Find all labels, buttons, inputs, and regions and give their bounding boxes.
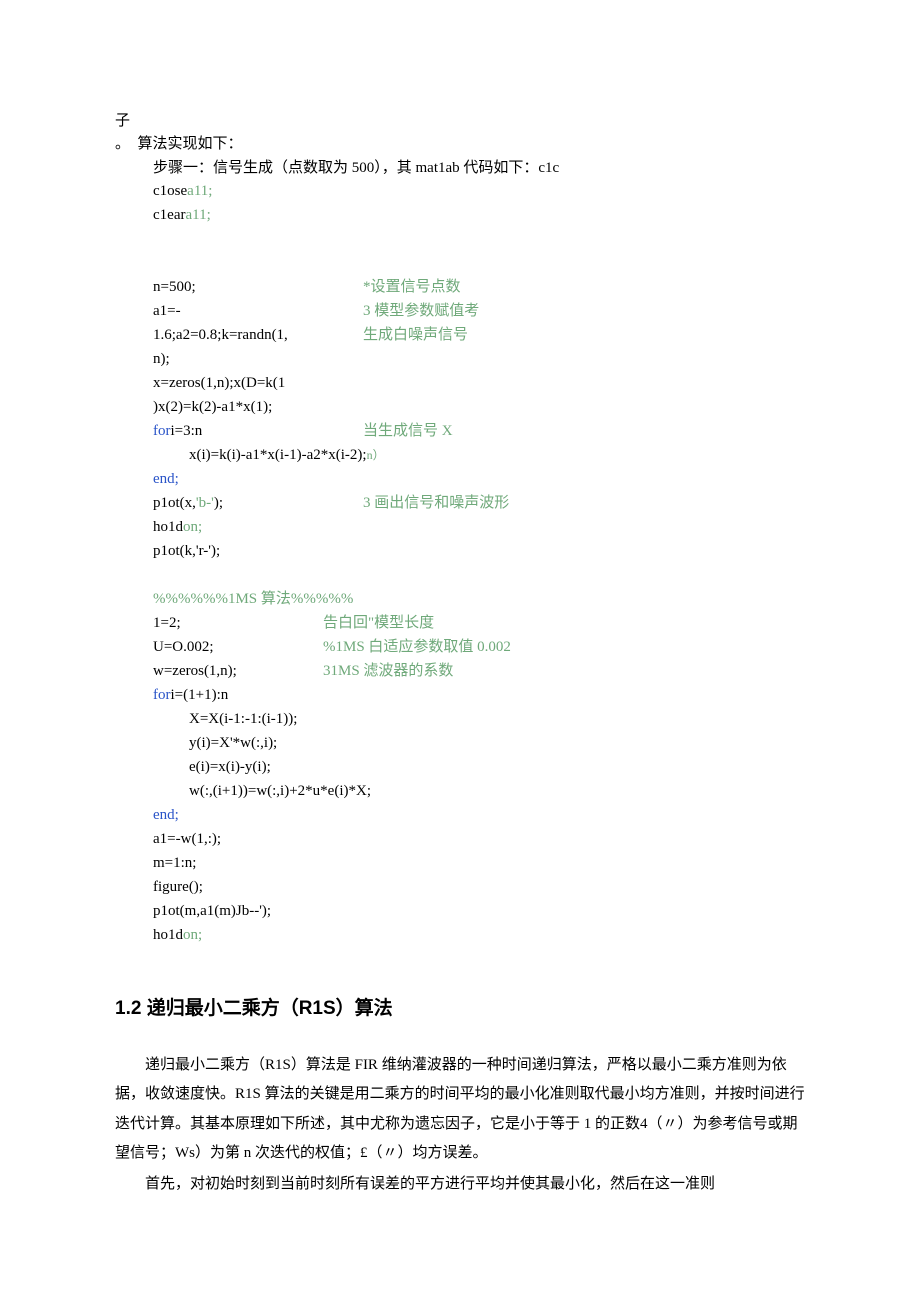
code-w-comment: 31MS 滤波器的系数 bbox=[323, 660, 453, 683]
code-for2: i=(1+1):n bbox=[171, 684, 229, 707]
section-para-1: 递归最小二乘方（R1S）算法是 FIR 维纳灌波器的一种时间递归算法，严格以最小… bbox=[115, 1051, 805, 1168]
code-n-assign: n=500; bbox=[153, 276, 363, 299]
code-for-keyword-2: for bbox=[153, 684, 171, 707]
code-for2-l3: e(i)=x(i)-y(i); bbox=[189, 756, 271, 779]
code-a1-cont: 1.6;a2=0.8;k=randn(1, bbox=[153, 324, 363, 347]
code-hold2-a: ho1d bbox=[153, 924, 183, 947]
code-plot1-a: p1ot(x, bbox=[153, 495, 196, 511]
section-title-1-2: 1.2 递归最小二乘方（R1S）算法 bbox=[115, 994, 805, 1023]
step-1: 步骤一：信号生成（点数取为 500），其 mat1ab 代码如下：c1c bbox=[115, 157, 805, 180]
section-para-2: 首先，对初始时刻到当前时刻所有误差的平方进行平均并使其最小化，然后在这一准则 bbox=[115, 1170, 805, 1199]
code-u-comment: %1MS 白适应参数取值 0.002 bbox=[323, 636, 511, 659]
code-a1-assign: a1=- bbox=[153, 300, 363, 323]
code-for2-l2: y(i)=X'*w(:,i); bbox=[189, 732, 277, 755]
code-figure: figure(); bbox=[153, 876, 203, 899]
code-all-2: a11; bbox=[185, 204, 210, 227]
intro-line-2: 。 算法实现如下： bbox=[115, 133, 805, 156]
code-plot1-c: ); bbox=[214, 495, 223, 511]
code-for1-body: x(i)=k(i)-a1*x(i-1)-a2*x(i-2); bbox=[189, 444, 367, 467]
code-xzeros: x=zeros(1,n);x(D=k(1 bbox=[153, 372, 285, 395]
code-for1-body-sup: n） bbox=[367, 446, 385, 465]
code-for-keyword-1: for bbox=[153, 423, 171, 439]
code-end-2: end; bbox=[153, 804, 179, 827]
code-block-1: c1osea11; c1eara11; n=500; *设置信号点数 a1=- … bbox=[115, 180, 805, 948]
code-plot1-comment: 3 画出信号和噪声波形 bbox=[363, 492, 509, 515]
code-l-assign: 1=2; bbox=[153, 612, 323, 635]
document-page: 子 。 算法实现如下： 步骤一：信号生成（点数取为 500），其 mat1ab … bbox=[0, 0, 920, 1301]
code-end-1: end; bbox=[153, 468, 179, 491]
code-for1: i=3:n bbox=[171, 423, 203, 439]
code-for2-l4: w(:,(i+1))=w(:,i)+2*u*e(i)*X; bbox=[189, 780, 371, 803]
code-a1-cont-comment: 生成白噪声信号 bbox=[363, 324, 468, 347]
code-close: c1ose bbox=[153, 180, 187, 203]
code-x2: )x(2)=k(2)-a1*x(1); bbox=[153, 396, 272, 419]
code-for2-l1: X=X(i-1:-1:(i-1)); bbox=[189, 708, 297, 731]
code-w-assign: w=zeros(1,n); bbox=[153, 660, 323, 683]
code-plot2: p1ot(k,'r-'); bbox=[153, 540, 220, 563]
code-l-comment: 告白回"模型长度 bbox=[323, 612, 434, 635]
code-plot1-b: 'b-' bbox=[196, 495, 214, 511]
code-a1w: a1=-w(1,:); bbox=[153, 828, 221, 851]
code-u-assign: U=O.002; bbox=[153, 636, 323, 659]
code-all-1: a11; bbox=[187, 180, 212, 203]
code-n-comment: *设置信号点数 bbox=[363, 276, 461, 299]
code-hold2-b: on; bbox=[183, 924, 202, 947]
code-clear: c1ear bbox=[153, 204, 185, 227]
code-n-close: n); bbox=[153, 348, 170, 371]
code-hold1-b: on; bbox=[183, 516, 202, 539]
code-hold1-a: ho1d bbox=[153, 516, 183, 539]
code-m: m=1:n; bbox=[153, 852, 196, 875]
intro-line-1: 子 bbox=[115, 110, 805, 133]
code-plot3: p1ot(m,a1(m)Jb--'); bbox=[153, 900, 271, 923]
code-for1-comment: 当生成信号 X bbox=[363, 420, 453, 443]
code-lms-header: %%%%%%1MS 算法%%%%% bbox=[153, 588, 353, 611]
code-a1-comment: 3 模型参数赋值考 bbox=[363, 300, 479, 323]
